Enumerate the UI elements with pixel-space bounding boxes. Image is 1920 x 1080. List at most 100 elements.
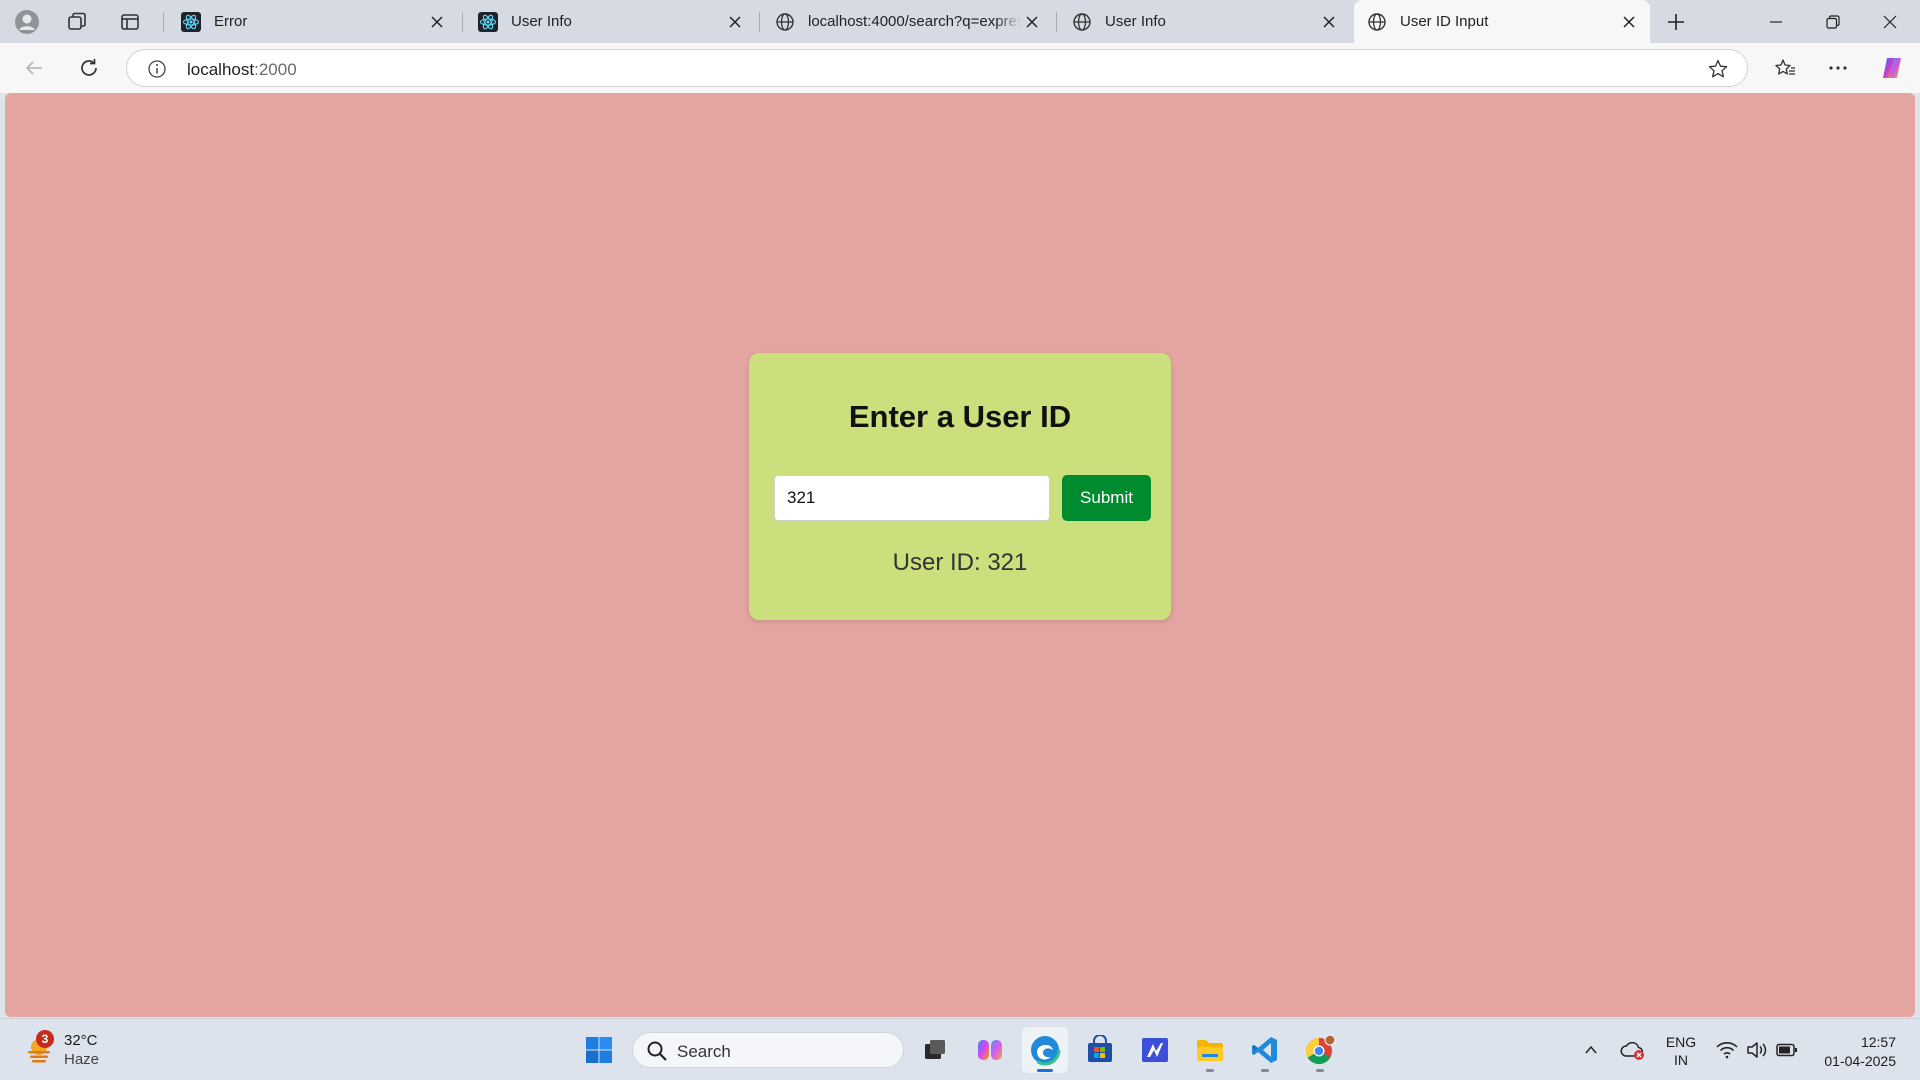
volume-status[interactable]	[1745, 1038, 1769, 1062]
system-clock[interactable]: 12:57 01-04-2025	[1806, 1033, 1896, 1071]
vscode-icon	[1252, 1037, 1277, 1063]
tab-title: User Info	[1105, 13, 1166, 30]
speaker-icon	[1747, 1042, 1767, 1058]
close-icon[interactable]	[1318, 11, 1340, 33]
copilot-icon	[978, 1040, 1002, 1060]
taskbar-search-placeholder: Search	[677, 1042, 731, 1061]
tab-search[interactable]: localhost:4000/search?q=express	[762, 0, 1053, 43]
page-title: Enter a User ID	[848, 399, 1072, 434]
search-icon	[647, 1041, 667, 1061]
taskbar-store[interactable]	[1077, 1027, 1123, 1073]
address-bar[interactable]: localhost:2000	[126, 49, 1748, 87]
input-language[interactable]: ENG IN	[1660, 1033, 1702, 1069]
site-info-icon[interactable]	[147, 59, 167, 84]
store-icon	[1088, 1035, 1112, 1062]
cloud-error-icon	[1620, 1041, 1644, 1060]
plus-icon	[1668, 14, 1684, 30]
start-button[interactable]	[576, 1027, 622, 1073]
minimize-button[interactable]	[1748, 0, 1804, 43]
language-code: ENG	[1665, 1034, 1697, 1050]
language-region: IN	[1674, 1052, 1688, 1068]
tab-error[interactable]: Error	[168, 0, 458, 43]
restore-button[interactable]	[1805, 0, 1861, 43]
url-port: :2000	[254, 60, 297, 79]
task-view-icon	[925, 1040, 945, 1059]
copilot-icon	[1883, 58, 1901, 78]
favorites-icon	[1775, 59, 1795, 75]
taskbar-edge[interactable]	[1022, 1027, 1068, 1073]
url-text[interactable]: localhost:2000	[187, 60, 297, 80]
tab-actions-icon	[121, 14, 139, 30]
new-tab-button[interactable]	[1660, 6, 1692, 38]
user-id-card: Enter a User ID Submit User ID: 321	[749, 353, 1171, 620]
editor-app-icon	[1142, 1038, 1168, 1062]
profile-button[interactable]	[11, 6, 43, 38]
more-button[interactable]	[1820, 50, 1856, 86]
restore-icon	[1826, 14, 1840, 29]
edge-icon	[1029, 1034, 1061, 1066]
tab-separator	[1056, 12, 1057, 32]
react-icon	[477, 11, 499, 33]
workspaces-button[interactable]	[61, 6, 93, 38]
tab-title: Error	[214, 13, 248, 30]
vertical-tabs-button[interactable]	[114, 6, 146, 38]
taskbar-search[interactable]: Search	[632, 1032, 904, 1068]
browser-toolbar: localhost:2000	[0, 43, 1920, 93]
taskbar-copilot[interactable]	[967, 1027, 1013, 1073]
taskbar-app-blue[interactable]	[1132, 1027, 1178, 1073]
close-window-button[interactable]	[1862, 0, 1918, 43]
close-icon[interactable]	[426, 11, 448, 33]
tab-user-info-2[interactable]: User Info	[1059, 0, 1350, 43]
globe-icon	[1071, 11, 1093, 33]
wifi-icon	[1716, 1042, 1738, 1059]
show-hidden-icons-button[interactable]	[1581, 1040, 1601, 1060]
taskbar: 3 32°C Haze Search ENG IN 12:57 01-04-20…	[0, 1018, 1920, 1080]
battery-status[interactable]	[1775, 1038, 1799, 1062]
favorite-star-icon[interactable]	[1707, 58, 1729, 85]
running-indicator	[1206, 1069, 1214, 1072]
user-id-input[interactable]	[774, 475, 1050, 521]
globe-icon	[774, 11, 796, 33]
weather-temperature: 32°C	[64, 1032, 98, 1049]
workspaces-icon	[68, 12, 86, 30]
tab-title: User ID Input	[1400, 13, 1489, 30]
tab-user-id-input[interactable]: User ID Input	[1354, 0, 1650, 43]
user-id-result: User ID: 321	[892, 549, 1028, 576]
copilot-button[interactable]	[1874, 50, 1910, 86]
tab-user-info[interactable]: User Info	[465, 0, 756, 43]
taskbar-task-view[interactable]	[912, 1027, 958, 1073]
more-dots-icon	[1829, 66, 1847, 70]
reload-icon	[81, 59, 97, 76]
onedrive-status[interactable]	[1620, 1038, 1646, 1062]
close-icon[interactable]	[1021, 11, 1043, 33]
reload-button[interactable]	[71, 50, 107, 86]
tab-strip: Error User Info localhost:4000/search?q=…	[0, 0, 1920, 43]
active-indicator	[1037, 1069, 1053, 1072]
favorites-button[interactable]	[1767, 50, 1803, 86]
page-viewport: Enter a User ID Submit User ID: 321	[5, 93, 1915, 1017]
clock-date: 01-04-2025	[1824, 1053, 1896, 1069]
back-arrow-icon	[25, 61, 42, 75]
tab-separator	[462, 12, 463, 32]
taskbar-chrome[interactable]	[1297, 1027, 1343, 1073]
close-icon	[1883, 15, 1897, 28]
network-status[interactable]	[1715, 1038, 1739, 1062]
clock-time: 12:57	[1860, 1034, 1896, 1050]
windows-start-icon	[586, 1037, 612, 1063]
close-icon[interactable]	[724, 11, 746, 33]
folder-icon	[1197, 1040, 1223, 1061]
submit-button[interactable]: Submit	[1062, 475, 1151, 521]
weather-condition: Haze	[64, 1051, 100, 1068]
tab-title: localhost:4000/search?q=express	[808, 13, 1021, 30]
back-button[interactable]	[16, 50, 52, 86]
close-icon[interactable]	[1618, 11, 1640, 33]
weather-widget[interactable]: 3 32°C Haze	[22, 1029, 112, 1071]
taskbar-file-explorer[interactable]	[1187, 1027, 1233, 1073]
chevron-up-icon	[1585, 1045, 1597, 1054]
running-indicator	[1316, 1069, 1324, 1072]
react-icon	[180, 11, 202, 33]
chrome-icon	[1305, 1034, 1336, 1065]
tab-separator	[759, 12, 760, 32]
taskbar-vscode[interactable]	[1242, 1027, 1288, 1073]
profile-icon	[15, 10, 39, 34]
